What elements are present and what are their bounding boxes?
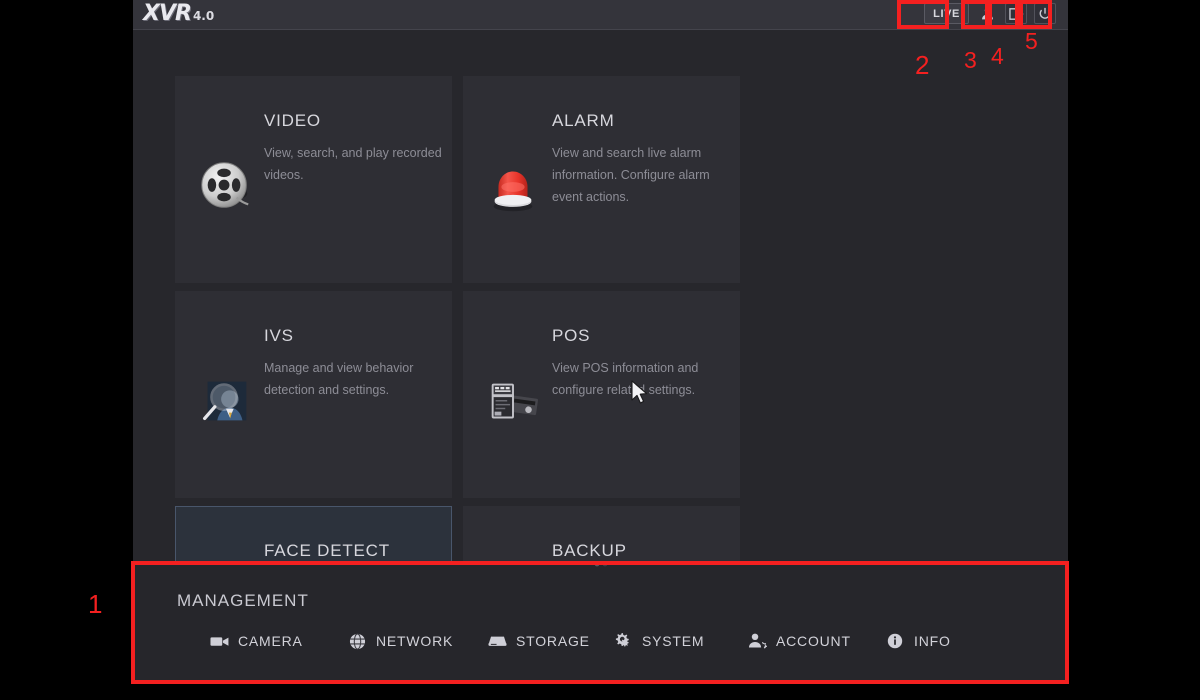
pos-terminal-icon-glyph: [491, 383, 538, 419]
mgmt-item-camera[interactable]: CAMERA: [209, 631, 347, 651]
card-title: BACKUP: [552, 541, 627, 560]
magnifier-person-icon-glyph: [203, 381, 247, 421]
mgmt-item-label: SYSTEM: [642, 633, 705, 649]
mgmt-item-label: STORAGE: [516, 633, 590, 649]
card-title: FACE DETECT: [264, 541, 390, 560]
mgmt-item-label: ACCOUNT: [776, 633, 851, 649]
device-screen: XVR 4.0 LIVE VIDEO View, search, and pla…: [133, 0, 1068, 684]
card-title: VIDEO: [264, 111, 321, 130]
gears-icon-glyph: [615, 632, 629, 647]
hard-drive-icon: [487, 631, 507, 651]
pos-terminal-icon: [482, 370, 544, 432]
top-bar-actions: LIVE: [924, 3, 1056, 24]
globe-icon: [347, 631, 367, 651]
logout-icon-glyph: [1009, 7, 1024, 20]
info-circle-icon: [885, 631, 905, 651]
management-title: MANAGEMENT: [177, 591, 309, 610]
person-gear-icon-glyph: [748, 633, 767, 649]
magnifier-person-icon: [194, 370, 256, 432]
mgmt-item-info[interactable]: INFO: [885, 631, 951, 651]
management-items: CAMERA NETWORK STORAGE SYSTEM ACCOUNT IN…: [209, 631, 951, 651]
shutdown-icon[interactable]: [1034, 3, 1056, 24]
film-reel-icon: [194, 155, 256, 217]
mgmt-item-network[interactable]: NETWORK: [347, 631, 487, 651]
card-title: ALARM: [552, 111, 615, 130]
card-video[interactable]: VIDEO View, search, and play recorded vi…: [175, 76, 452, 283]
card-ivs[interactable]: IVS Manage and view behavior detection a…: [175, 291, 452, 498]
logo-version: 4.0: [192, 9, 215, 23]
mgmt-item-label: CAMERA: [238, 633, 303, 649]
gears-icon: [613, 631, 633, 651]
top-bar: XVR 4.0 LIVE: [133, 0, 1068, 30]
hard-drive-icon-glyph: [487, 636, 507, 646]
annotation-number-1: 1: [88, 589, 103, 619]
card-title: IVS: [264, 326, 294, 345]
card-description: Manage and view behavior detection and s…: [264, 361, 414, 397]
card-description: View, search, and play recorded videos.: [264, 146, 442, 182]
card-description: View POS information and configure relat…: [552, 361, 699, 397]
live-button[interactable]: LIVE: [924, 3, 969, 24]
alarm-beacon-icon-glyph: [493, 171, 533, 212]
user-icon-glyph: [981, 7, 993, 20]
page-indicator: [592, 555, 610, 567]
app-logo: XVR 4.0: [143, 1, 214, 26]
mgmt-item-account[interactable]: ACCOUNT: [747, 631, 885, 651]
mgmt-item-label: NETWORK: [376, 633, 454, 649]
person-gear-icon: [747, 631, 767, 651]
logout-icon[interactable]: [1005, 3, 1027, 24]
screenshot-root: XVR 4.0 LIVE VIDEO View, search, and pla…: [0, 0, 1200, 700]
user-icon[interactable]: [976, 3, 998, 24]
camcorder-icon: [209, 631, 229, 651]
film-reel-icon-glyph: [201, 162, 249, 208]
mgmt-item-storage[interactable]: STORAGE: [487, 631, 613, 651]
page-indicator-glyph: [594, 561, 607, 567]
shutdown-icon-glyph: [1039, 7, 1051, 19]
card-title: POS: [552, 326, 591, 345]
mgmt-item-label: INFO: [914, 633, 951, 649]
globe-icon-glyph: [349, 632, 365, 650]
card-pos[interactable]: POS View POS information and configure r…: [463, 291, 740, 498]
card-alarm[interactable]: ALARM View and search live alarm informa…: [463, 76, 740, 283]
management-panel: MANAGEMENT CAMERA NETWORK STORAGE SYSTEM…: [133, 561, 1068, 684]
alarm-beacon-icon: [482, 155, 544, 217]
logo-text: XVR: [143, 1, 192, 26]
card-description: View and search live alarm information. …: [552, 146, 710, 204]
mgmt-item-system[interactable]: SYSTEM: [613, 631, 747, 651]
info-circle-icon-glyph: [887, 633, 903, 649]
camcorder-icon-glyph: [209, 636, 228, 646]
